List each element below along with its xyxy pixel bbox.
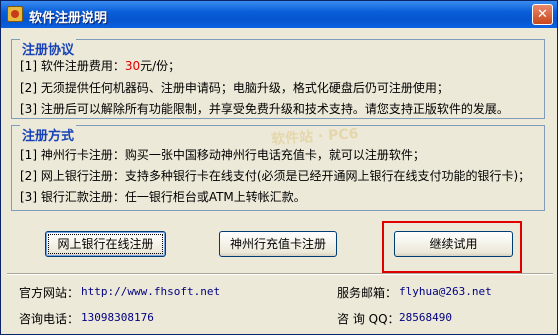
agreement-line-3: [3] 注册后可以解除所有功能限制，并享受免费升级和技术支持。请您支持正版软件的… xyxy=(20,102,509,116)
agreement-group: 注册协议 [1] 软件注册费用：30元/份； [2] 无须提供任何机器码、注册申… xyxy=(11,39,545,119)
price-value: 30 xyxy=(124,59,141,73)
online-bank-register-button[interactable]: 网上银行在线注册 xyxy=(45,231,166,257)
footer-separator xyxy=(7,273,553,275)
window-title: 软件注册说明 xyxy=(29,11,108,26)
qq-label: 咨 询 QQ： xyxy=(337,312,400,326)
registration-dialog: 软件注册说明 ✕ 注册协议 [1] 软件注册费用：30元/份； [2] 无须提供… xyxy=(0,0,558,335)
phone-value: 13098308176 xyxy=(81,311,154,324)
shenzhouxing-register-button[interactable]: 神州行充值卡注册 xyxy=(219,231,337,257)
methods-line-1: [1] 神州行卡注册：购买一张中国移动神州行电话充值卡，就可以注册软件； xyxy=(20,148,425,162)
close-button[interactable]: ✕ xyxy=(532,4,553,25)
website-label: 官方网站： xyxy=(19,286,80,300)
app-icon xyxy=(7,6,23,22)
website-link[interactable]: http://www.fhsoft.net xyxy=(81,285,220,298)
email-label: 服务邮箱： xyxy=(337,286,398,300)
title-bar[interactable]: 软件注册说明 ✕ xyxy=(1,1,557,28)
methods-line-2: [2] 网上银行注册：支持多种银行卡在线支付(必须是已经开通网上银行在线支付功能… xyxy=(20,169,531,183)
phone-label: 咨询电话： xyxy=(19,312,80,326)
agreement-line-1: [1] 软件注册费用：30元/份； xyxy=(20,59,181,73)
methods-heading: 注册方式 xyxy=(20,125,77,144)
agreement-line-2: [2] 无须提供任何机器码、注册申请码；电脑升级，格式化硬盘后仍可注册使用； xyxy=(20,81,449,95)
agreement-heading: 注册协议 xyxy=(20,39,77,58)
methods-line-3: [3] 银行汇款注册：任一银行柜台或ATM上转帐汇款。 xyxy=(20,190,306,204)
qq-value: 28568490 xyxy=(399,311,452,324)
highlight-box xyxy=(382,221,522,273)
email-link[interactable]: flyhua@263.net xyxy=(399,285,492,298)
